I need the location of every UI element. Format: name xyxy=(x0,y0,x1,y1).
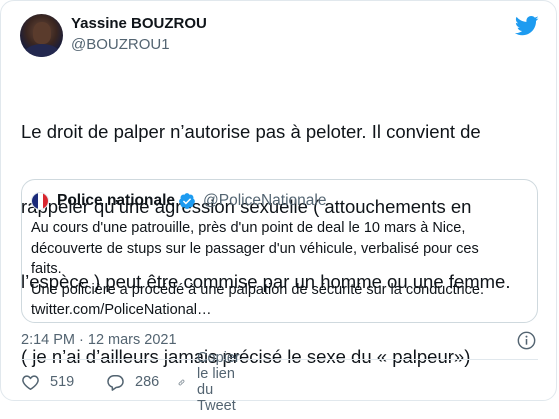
twitter-bird-icon[interactable] xyxy=(515,16,539,36)
heart-icon xyxy=(22,374,39,390)
tweet-card: Yassine BOUZROU @BOUZROU1 Le droit de pa… xyxy=(0,0,557,414)
quoted-author-handle: @PoliceNationale xyxy=(203,192,327,209)
quoted-line: Au cours d'une patrouille, près d'un poi… xyxy=(31,220,466,236)
like-button[interactable]: 519 xyxy=(21,371,74,393)
copy-link-button[interactable]: Copier le lien du Tweet xyxy=(178,350,252,414)
quoted-line: découverte de stups sur le passager d'un… xyxy=(31,240,479,257)
like-count: 519 xyxy=(50,374,75,390)
quoted-tweet[interactable]: Police nationale @PoliceNationale Au cou… xyxy=(21,179,538,323)
quoted-author-name: Police nationale xyxy=(57,192,176,209)
divider xyxy=(21,359,538,360)
info-icon[interactable] xyxy=(517,331,536,350)
tweet-line: Le droit de palper n’autorise pas à pelo… xyxy=(21,121,481,142)
quoted-text: Au cours d'une patrouille, près d'un poi… xyxy=(31,218,531,321)
retweet-button[interactable]: 286 xyxy=(106,371,159,393)
author-name[interactable]: Yassine BOUZROU xyxy=(71,15,207,32)
quoted-line: Une policière a procédé à une palpation … xyxy=(31,281,484,298)
author-avatar[interactable] xyxy=(20,14,63,57)
police-logo-icon xyxy=(31,192,49,210)
copy-link-label: Copier le lien du Tweet xyxy=(197,350,240,414)
author-handle[interactable]: @BOUZROU1 xyxy=(71,36,170,53)
quoted-link[interactable]: twitter.com/PoliceNational… xyxy=(31,300,531,321)
flag-blue xyxy=(32,193,38,209)
verified-badge-icon xyxy=(179,193,195,209)
retweet-count: 286 xyxy=(135,374,160,390)
reply-bubble-icon xyxy=(107,374,124,391)
tweet-timestamp[interactable]: 2:14 PM · 12 mars 2021 xyxy=(21,332,177,348)
quoted-line: faits. xyxy=(31,261,62,277)
avatar-shoulders xyxy=(24,44,60,57)
flag-red xyxy=(43,193,48,209)
avatar-face xyxy=(33,22,51,44)
link-icon xyxy=(178,379,185,385)
